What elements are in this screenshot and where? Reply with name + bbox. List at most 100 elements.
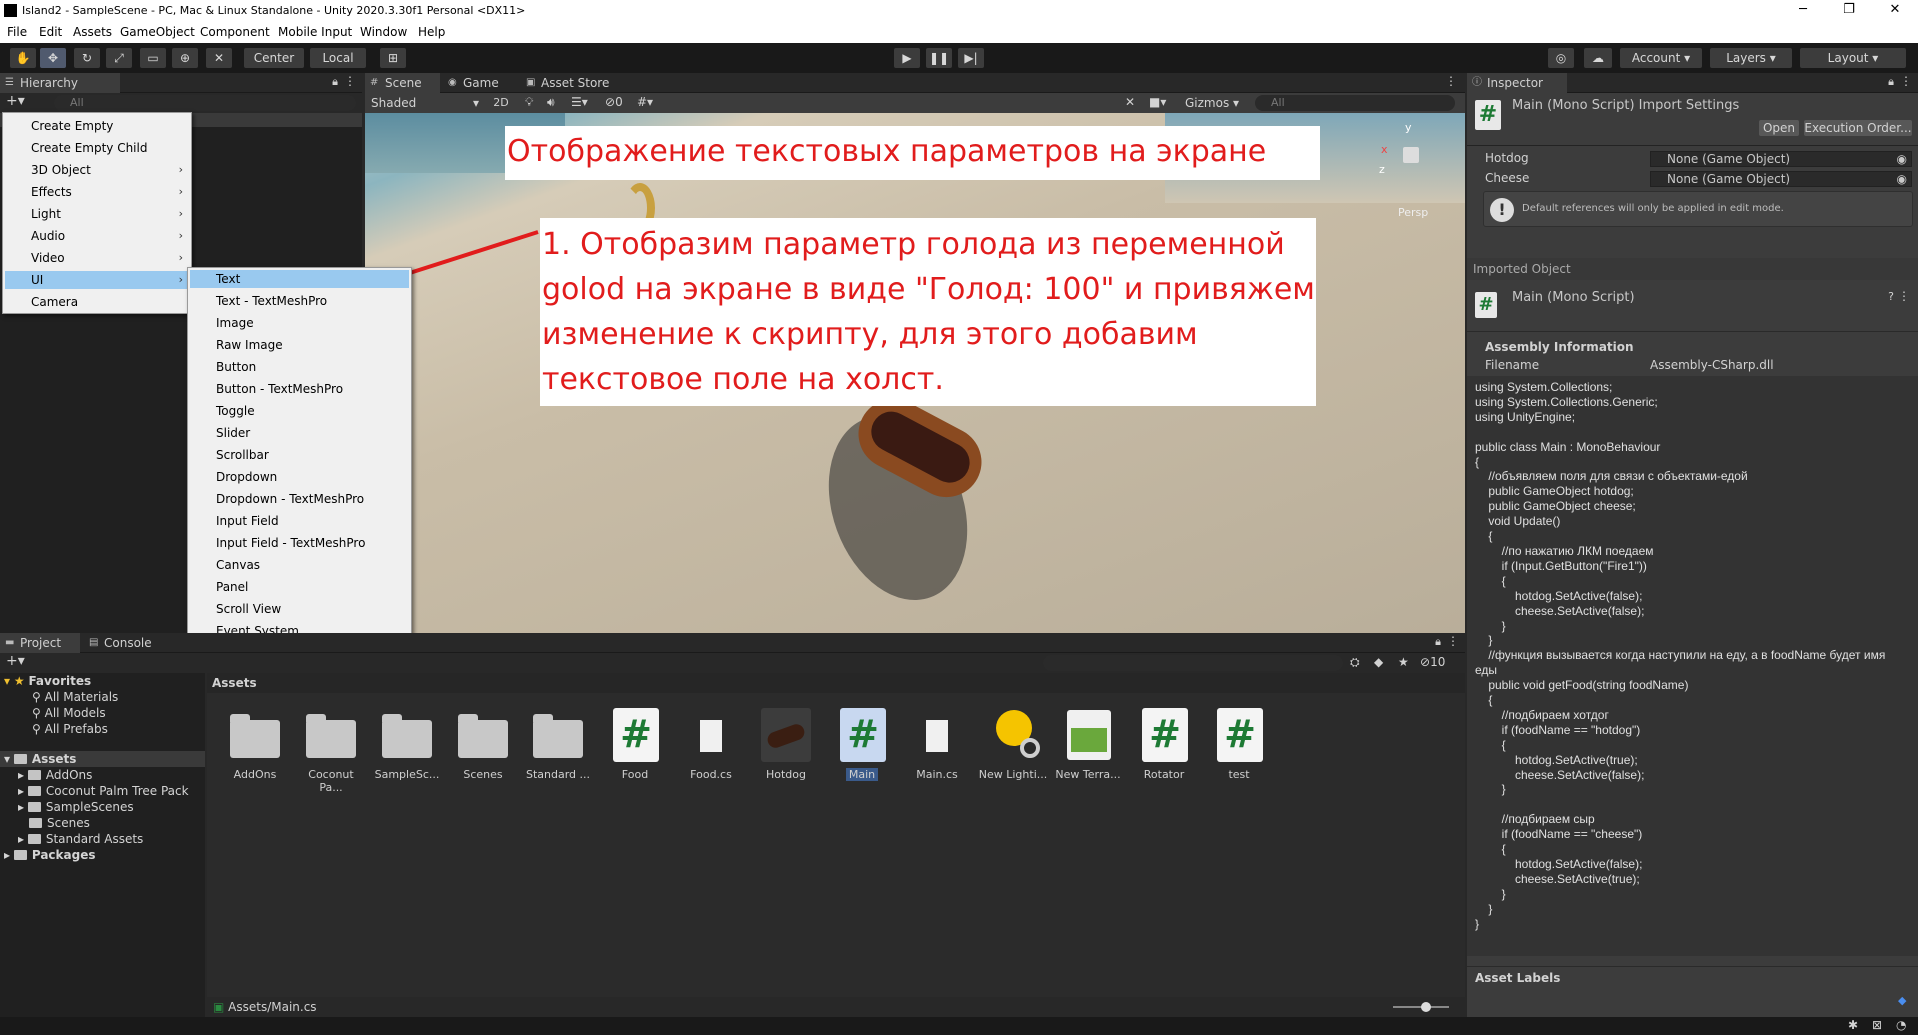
- tab-project[interactable]: ▬ Project: [0, 633, 80, 653]
- collab-icon[interactable]: ◎: [1548, 48, 1574, 68]
- scene-more-icon[interactable]: ⋮: [1445, 74, 1457, 88]
- step-button[interactable]: ▶|: [958, 48, 984, 68]
- help-icon[interactable]: ?: [1888, 290, 1894, 303]
- asset-terrain[interactable]: New Terra...: [1053, 708, 1123, 781]
- effects-icon[interactable]: ☰▾: [571, 95, 588, 109]
- bug-icon[interactable]: ✱: [1848, 1018, 1858, 1032]
- submenu-slider[interactable]: Slider: [190, 424, 409, 442]
- submenu-scrollbar[interactable]: Scrollbar: [190, 446, 409, 464]
- submenu-text-tmp[interactable]: Text - TextMeshPro: [190, 292, 409, 310]
- submenu-canvas[interactable]: Canvas: [190, 556, 409, 574]
- asset-main-cs[interactable]: Main.cs: [902, 708, 972, 781]
- tree-samplescenes[interactable]: ▸ SampleScenes: [18, 799, 134, 815]
- asset-test[interactable]: # test: [1204, 708, 1274, 781]
- account-dropdown[interactable]: Account ▾: [1620, 48, 1702, 68]
- menu-file[interactable]: File: [7, 25, 27, 39]
- asset-food[interactable]: # Food: [600, 708, 670, 781]
- pivot-local-button[interactable]: Local: [310, 48, 366, 68]
- asset-coconut[interactable]: Coconut Pa...: [296, 708, 366, 794]
- object-picker-icon[interactable]: ◉: [1897, 172, 1907, 186]
- tab-hierarchy[interactable]: ☰ Hierarchy: [0, 73, 120, 93]
- audio-icon[interactable]: 🔊︎: [547, 95, 555, 110]
- favorite-all-prefabs[interactable]: ⚲ All Prefabs: [32, 721, 108, 737]
- layers-dropdown[interactable]: Layers ▾: [1710, 48, 1792, 68]
- tab-inspector[interactable]: ⓘ Inspector: [1467, 73, 1567, 93]
- tab-game[interactable]: ◉ Game: [443, 73, 518, 93]
- submenu-button[interactable]: Button: [190, 358, 409, 376]
- gizmos-dropdown[interactable]: Gizmos ▾: [1181, 95, 1247, 111]
- tab-asset-store[interactable]: ▣ Asset Store: [521, 73, 621, 93]
- assets-breadcrumb[interactable]: Assets: [207, 673, 1465, 693]
- submenu-dropdown[interactable]: Dropdown: [190, 468, 409, 486]
- tree-addons[interactable]: ▸ AddOns: [18, 767, 92, 783]
- progress-icon[interactable]: ◔: [1896, 1018, 1906, 1032]
- menu-video[interactable]: Video ›: [5, 249, 189, 267]
- menu-effects[interactable]: Effects ›: [5, 183, 189, 201]
- menu-ui[interactable]: UI ›: [5, 271, 189, 289]
- menu-create-empty[interactable]: Create Empty: [5, 117, 189, 135]
- inspector-more-icon[interactable]: ⋮: [1900, 74, 1912, 88]
- menu-component[interactable]: Component: [200, 25, 270, 39]
- project-search-input[interactable]: [1043, 655, 1343, 671]
- menu-edit[interactable]: Edit: [39, 25, 62, 39]
- rect-tool-icon[interactable]: ▭: [140, 48, 166, 68]
- grid-snap-icon[interactable]: ⊞: [380, 48, 406, 68]
- inspector-lock-icon[interactable]: 🔒︎: [1888, 75, 1894, 89]
- scale-tool-icon[interactable]: ⤢: [106, 48, 132, 68]
- tools-icon[interactable]: ✕: [1125, 95, 1135, 109]
- menu-light[interactable]: Light ›: [5, 205, 189, 223]
- menu-gameobject[interactable]: GameObject: [120, 25, 195, 39]
- asset-main[interactable]: # Main: [827, 708, 897, 781]
- transform-tool-icon[interactable]: ⊕: [172, 48, 198, 68]
- menu-assets[interactable]: Assets: [73, 25, 112, 39]
- scene-gizmo[interactable]: y z x: [1375, 121, 1445, 193]
- add-icon[interactable]: +▾: [6, 93, 25, 109]
- packages-root[interactable]: ▸ Packages: [4, 847, 95, 863]
- submenu-image[interactable]: Image: [190, 314, 409, 332]
- pivot-center-button[interactable]: Center: [244, 48, 304, 68]
- menu-window[interactable]: Window: [360, 25, 407, 39]
- menu-mobile-input[interactable]: Mobile Input: [278, 25, 352, 39]
- project-add-icon[interactable]: +▾: [6, 653, 25, 669]
- label-icon[interactable]: ◆: [1374, 655, 1383, 669]
- asset-addons[interactable]: AddOns: [220, 708, 290, 781]
- custom-tool-icon[interactable]: ✕: [206, 48, 232, 68]
- tree-standard-assets[interactable]: ▸ Standard Assets: [18, 831, 143, 847]
- tag-icon[interactable]: ◆: [1898, 994, 1906, 1007]
- submenu-input-field[interactable]: Input Field: [190, 512, 409, 530]
- submenu-input-field-tmp[interactable]: Input Field - TextMeshPro: [190, 534, 409, 552]
- submenu-scroll-view[interactable]: Scroll View: [190, 600, 409, 618]
- asset-rotator[interactable]: # Rotator: [1129, 708, 1199, 781]
- tree-scenes[interactable]: Scenes: [29, 815, 90, 831]
- lock-icon[interactable]: 🔒︎: [332, 75, 338, 89]
- shading-dropdown[interactable]: Shaded ▾: [367, 95, 483, 111]
- execution-order-button[interactable]: Execution Order...: [1804, 120, 1912, 136]
- scene-search-input[interactable]: All: [1255, 95, 1455, 111]
- scene-grid-icon[interactable]: #▾: [637, 95, 653, 109]
- cloud-icon[interactable]: ☁: [1584, 48, 1612, 68]
- menu-camera[interactable]: Camera: [5, 293, 189, 311]
- tab-scene[interactable]: # Scene: [365, 73, 440, 93]
- asset-food-cs[interactable]: Food.cs: [676, 708, 746, 781]
- play-button[interactable]: ▶: [894, 48, 920, 68]
- minimize-button[interactable]: ─: [1780, 0, 1826, 22]
- maximize-button[interactable]: ❐: [1826, 0, 1872, 22]
- project-more-icon[interactable]: ⋮: [1447, 634, 1459, 648]
- asset-scenes[interactable]: Scenes: [448, 708, 518, 781]
- filter-type-icon[interactable]: ⛭: [1350, 655, 1360, 670]
- tree-coconut[interactable]: ▸ Coconut Palm Tree Pack: [18, 783, 189, 799]
- camera-icon[interactable]: ■▾: [1149, 95, 1166, 109]
- asset-standard[interactable]: Standard ...: [523, 708, 593, 781]
- persp-label[interactable]: Persp: [1398, 206, 1428, 219]
- menu-create-empty-child[interactable]: Create Empty Child: [5, 139, 189, 157]
- cheese-field[interactable]: None (Game Object) ◉: [1650, 171, 1912, 187]
- assets-root[interactable]: ▾ Assets: [0, 751, 205, 767]
- hotdog-field[interactable]: None (Game Object) ◉: [1650, 151, 1912, 167]
- move-tool-icon[interactable]: ✥: [40, 48, 66, 68]
- asset-samplescenes[interactable]: SampleSc...: [372, 708, 442, 781]
- asset-hotdog[interactable]: Hotdog: [751, 708, 821, 781]
- layout-dropdown[interactable]: Layout ▾: [1800, 48, 1906, 68]
- submenu-raw-image[interactable]: Raw Image: [190, 336, 409, 354]
- submenu-dropdown-tmp[interactable]: Dropdown - TextMeshPro: [190, 490, 409, 508]
- favorite-all-materials[interactable]: ⚲ All Materials: [32, 689, 118, 705]
